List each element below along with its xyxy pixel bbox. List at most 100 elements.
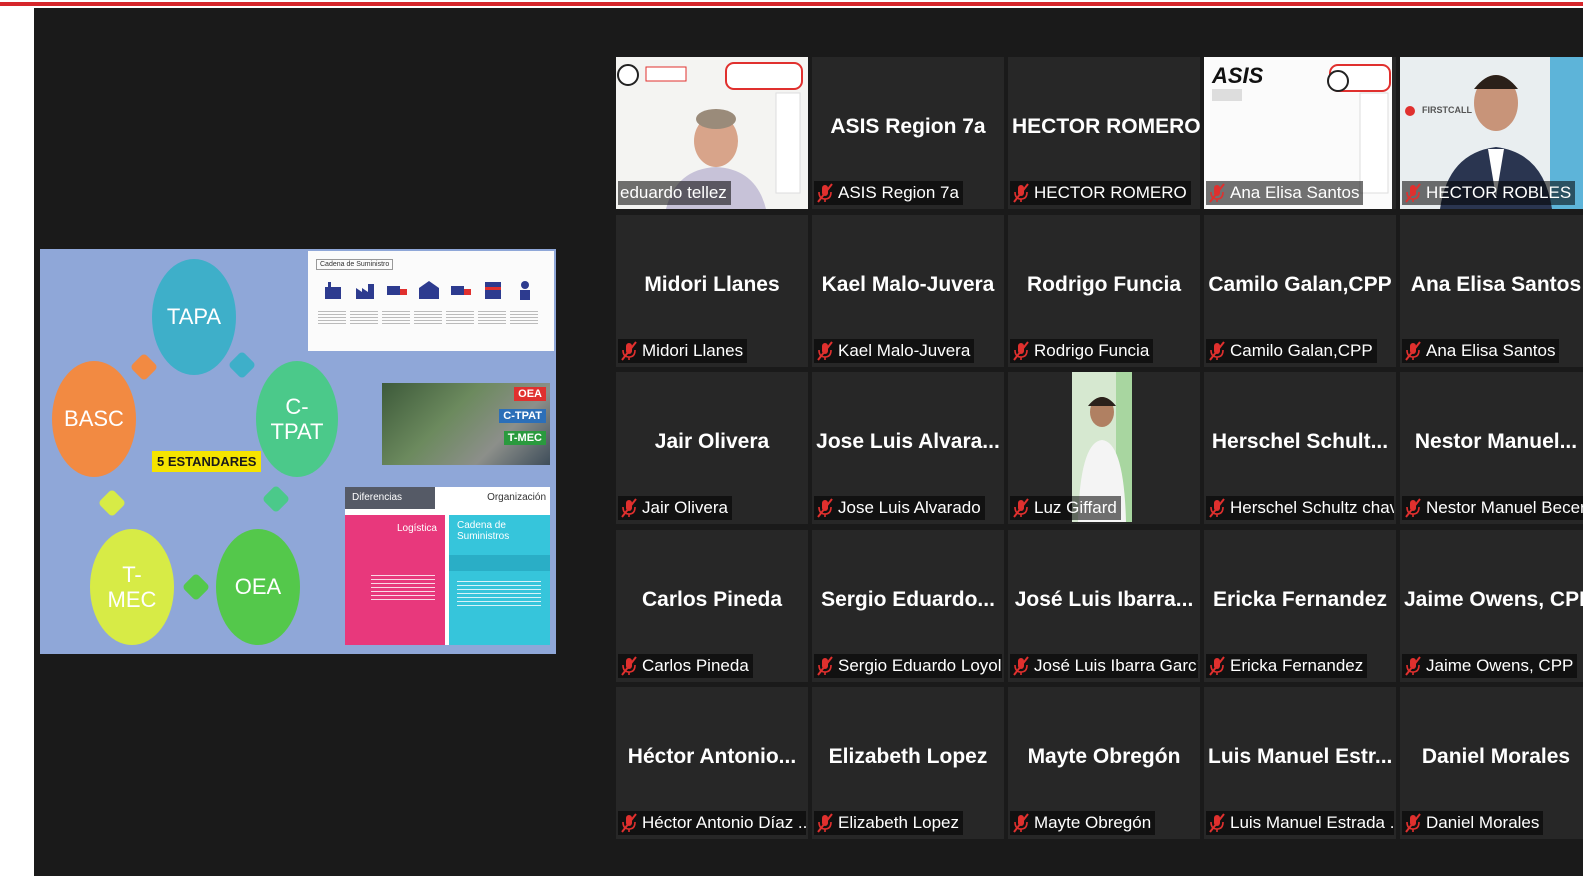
cycle-arrow <box>261 484 291 514</box>
participant-name-title: Ericka Fernandez <box>1213 588 1387 611</box>
factory-icon <box>356 284 374 299</box>
participant-label-text: Ericka Fernandez <box>1230 656 1364 675</box>
diff-header-left: Diferencias <box>345 487 435 509</box>
participant-tile[interactable]: Mayte Obregón Mayte Obregón <box>1008 687 1200 839</box>
differences-panel: Diferencias Organización Logística Caden… <box>345 487 550 645</box>
left-gutter <box>0 8 34 876</box>
caption-lines <box>414 311 442 325</box>
participant-tile[interactable]: Jose Luis Alvara... Jose Luis Alvarado <box>812 372 1004 524</box>
participant-label-text: Rodrigo Funcia <box>1034 341 1150 360</box>
participant-label-text: Ana Elisa Santos <box>1426 341 1556 360</box>
mic-muted-icon <box>1209 183 1225 203</box>
participant-name-title: Jose Luis Alvara... <box>816 430 1000 453</box>
firstcall-logo: FIRSTCALL <box>1422 105 1472 115</box>
participant-name-label: Ericka Fernandez <box>1206 654 1368 678</box>
mic-muted-icon <box>1405 498 1421 518</box>
participant-tile[interactable]: Herschel Schult... Herschel Schultz chav.… <box>1204 372 1396 524</box>
participant-label-text: Midori Llanes <box>642 341 744 360</box>
participant-label-text: Jair Olivera <box>642 498 728 517</box>
participant-tile[interactable]: Daniel Morales Daniel Morales <box>1400 687 1583 839</box>
participant-label-text: HECTOR ROMERO <box>1034 183 1187 202</box>
participant-label-text: HECTOR ROBLES <box>1426 183 1572 202</box>
participant-name-label: Camilo Galan,CPP <box>1206 339 1377 363</box>
participant-tile[interactable]: Kael Malo-Juvera Kael Malo-Juvera <box>812 215 1004 367</box>
participant-label-text: eduardo tellez <box>620 183 727 202</box>
cadena-title: Cadena de Suministros <box>457 520 510 542</box>
cycle-arrow <box>97 488 127 518</box>
participant-name-title: Camilo Galan,CPP <box>1208 273 1392 296</box>
participant-tile[interactable]: Midori Llanes Midori Llanes <box>616 215 808 367</box>
warehouse-icon <box>419 281 439 299</box>
mic-muted-icon <box>1209 341 1225 361</box>
participant-tile[interactable]: Jair Olivera Jair Olivera <box>616 372 808 524</box>
circle-basc: BASC <box>52 361 136 477</box>
participant-tile[interactable]: Sergio Eduardo... Sergio Eduardo Loyola <box>812 530 1004 682</box>
participant-name-label: Daniel Morales <box>1402 811 1544 835</box>
cycle-arrow <box>181 572 211 602</box>
participant-name-title: Kael Malo-Juvera <box>821 273 995 296</box>
circle-oea: OEA <box>216 529 300 645</box>
participant-name-label: Rodrigo Funcia <box>1010 339 1154 363</box>
participant-tile[interactable]: Nestor Manuel... Nestor Manuel Becer <box>1400 372 1583 524</box>
participant-name-title: HECTOR ROMERO <box>1012 115 1200 138</box>
participant-tile[interactable]: Elizabeth Lopez Elizabeth Lopez <box>812 687 1004 839</box>
participant-label-text: Mayte Obregón <box>1034 813 1152 832</box>
mic-muted-icon <box>817 183 833 203</box>
center-label: 5 ESTANDARES <box>152 451 262 472</box>
circle-ctpat: C- TPAT <box>256 361 338 477</box>
participant-name-label: Héctor Antonio Díaz ... <box>618 811 806 835</box>
participant-tile[interactable]: eduardo tellez <box>616 57 808 209</box>
participant-tile[interactable]: Luis Manuel Estr... Luis Manuel Estrada .… <box>1204 687 1396 839</box>
participant-name-title: José Luis Ibarra... <box>1014 588 1194 611</box>
participant-name-label: HECTOR ROBLES <box>1402 181 1576 205</box>
participant-name-title: Jaime Owens, CPP <box>1404 588 1583 611</box>
mic-muted-icon <box>1209 656 1225 676</box>
participant-name-label: Ana Elisa Santos <box>1206 181 1364 205</box>
participant-tile[interactable]: Carlos Pineda Carlos Pineda <box>616 530 808 682</box>
participant-name-title: Héctor Antonio... <box>627 745 797 768</box>
participant-name-label: Jaime Owens, CPP <box>1402 654 1578 678</box>
mic-muted-icon <box>621 813 637 833</box>
mic-muted-icon <box>1405 656 1421 676</box>
participant-tile[interactable]: José Luis Ibarra... José Luis Ibarra Garc… <box>1008 530 1200 682</box>
participant-tile[interactable]: HECTOR ROMERO HECTOR ROMERO <box>1008 57 1200 209</box>
circle-tapa: TAPA <box>152 259 236 375</box>
participant-name-title: Herschel Schult... <box>1211 430 1389 453</box>
participant-label-text: Jaime Owens, CPP <box>1426 656 1574 675</box>
participant-tile[interactable]: Jaime Owens, CPP Jaime Owens, CPP <box>1400 530 1583 682</box>
participant-label-text: Luz Giffard <box>1034 498 1117 517</box>
participant-label-text: ASIS Region 7a <box>838 183 959 202</box>
participant-name-label: Jose Luis Alvarado <box>814 496 985 520</box>
participant-label-text: Carlos Pineda <box>642 656 749 675</box>
participant-name-title: Daniel Morales <box>1421 745 1571 768</box>
caption-lines <box>510 311 538 325</box>
truck-icon <box>387 286 407 295</box>
diff-header-right: Organización <box>487 492 546 503</box>
participant-name-label: Carlos Pineda <box>618 654 753 678</box>
participant-name-label: Mayte Obregón <box>1010 811 1156 835</box>
participant-tile[interactable]: Ericka Fernandez Ericka Fernandez <box>1204 530 1396 682</box>
shared-slide[interactable]: TAPA C- TPAT OEA T- MEC BASC 5 ESTANDARE… <box>40 249 556 654</box>
participant-tile[interactable]: Luz Giffard <box>1008 372 1200 524</box>
participant-label-text: Nestor Manuel Becer <box>1426 498 1583 517</box>
mic-muted-icon <box>1405 183 1421 203</box>
participant-tile[interactable]: Ana Elisa Santos Ana Elisa Santos <box>1400 215 1583 367</box>
participant-tile[interactable]: Camilo Galan,CPP Camilo Galan,CPP <box>1204 215 1396 367</box>
mic-muted-icon <box>1405 341 1421 361</box>
participant-label-text: Héctor Antonio Díaz ... <box>642 813 806 832</box>
participant-name-label: Sergio Eduardo Loyola <box>814 654 1002 678</box>
logistica-column: Logística <box>345 515 445 645</box>
mic-muted-icon <box>817 813 833 833</box>
participant-tile[interactable]: FIRSTCALL HECTOR ROBLES <box>1400 57 1583 209</box>
participant-tile[interactable]: ASIS Region 7a ASIS Region 7a <box>812 57 1004 209</box>
truck-icon <box>451 286 471 295</box>
participant-tile[interactable]: Héctor Antonio... Héctor Antonio Díaz ... <box>616 687 808 839</box>
participant-name-title: Midori Llanes <box>644 273 780 296</box>
asis-logo: ASIS <box>1212 63 1264 88</box>
participant-name-title: Mayte Obregón <box>1027 745 1181 768</box>
participant-tile[interactable]: Rodrigo Funcia Rodrigo Funcia <box>1008 215 1200 367</box>
brand-red-bar <box>0 2 1583 6</box>
participant-name-label: Jair Olivera <box>618 496 732 520</box>
mic-muted-icon <box>817 341 833 361</box>
participant-tile[interactable]: ASIS Ana Elisa Santos <box>1204 57 1396 209</box>
